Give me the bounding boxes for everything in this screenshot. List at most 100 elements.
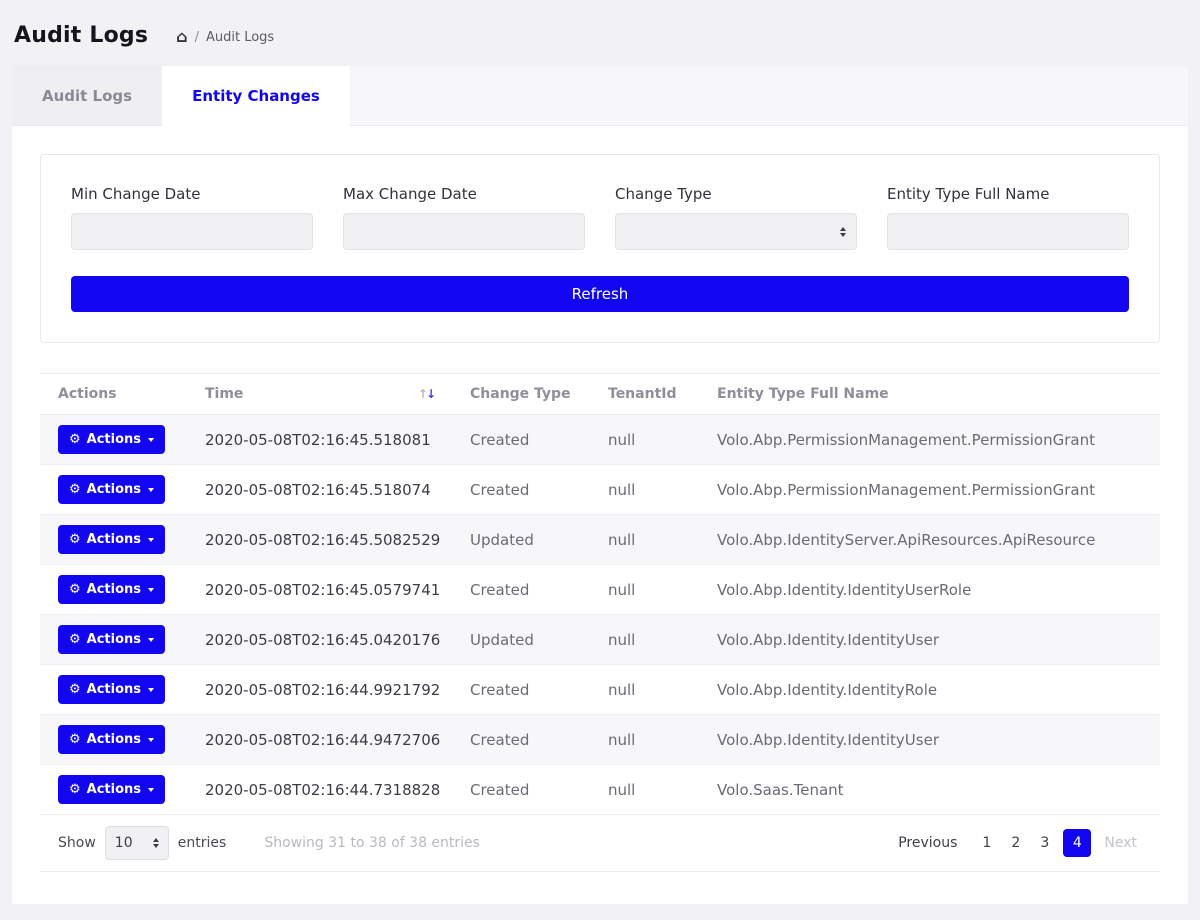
max-change-date-label: Max Change Date bbox=[343, 185, 585, 203]
min-change-date-label: Min Change Date bbox=[71, 185, 313, 203]
table-row: ⚙ Actions 2020-05-08T02:16:45.0420176 Upd… bbox=[40, 615, 1160, 665]
time-cell: 2020-05-08T02:16:44.7318828 bbox=[187, 765, 452, 815]
gear-icon: ⚙ bbox=[69, 683, 81, 696]
tenantid-cell: null bbox=[590, 715, 699, 765]
tenantid-cell: null bbox=[590, 465, 699, 515]
select-arrows-icon bbox=[840, 227, 846, 237]
tab-entity-changes[interactable]: Entity Changes bbox=[162, 66, 350, 126]
entity-type-cell: Volo.Abp.PermissionManagement.Permission… bbox=[699, 415, 1160, 465]
change-type-cell: Created bbox=[452, 665, 590, 715]
row-actions-button[interactable]: ⚙Actions bbox=[58, 425, 165, 454]
row-actions-button[interactable]: ⚙Actions bbox=[58, 675, 165, 704]
time-cell: 2020-05-08T02:16:44.9472706 bbox=[187, 715, 452, 765]
row-actions-button[interactable]: ⚙Actions bbox=[58, 575, 165, 604]
column-header-tenantid: TenantId bbox=[590, 374, 699, 415]
pagination-next[interactable]: Next bbox=[1099, 829, 1142, 857]
change-type-cell: Created bbox=[452, 565, 590, 615]
entity-type-cell: Volo.Abp.Identity.IdentityUserRole bbox=[699, 565, 1160, 615]
caret-down-icon bbox=[148, 488, 154, 492]
caret-down-icon bbox=[148, 688, 154, 692]
row-actions-button[interactable]: ⚙ Actions bbox=[58, 625, 165, 654]
change-type-cell: Updated bbox=[452, 615, 590, 665]
change-type-cell: Created bbox=[452, 715, 590, 765]
field-max-change-date: Max Change Date bbox=[343, 185, 585, 250]
pagination-page-1[interactable]: 1 bbox=[976, 829, 997, 857]
pagination-page-4[interactable]: 4 bbox=[1063, 829, 1091, 857]
page-size-value: 10 bbox=[115, 835, 133, 851]
gear-icon: ⚙ bbox=[69, 533, 81, 546]
field-min-change-date: Min Change Date bbox=[71, 185, 313, 250]
select-arrows-icon bbox=[153, 838, 159, 848]
column-header-time[interactable]: Time ↑↓ bbox=[187, 374, 452, 415]
column-header-entity-type: Entity Type Full Name bbox=[699, 374, 1160, 415]
tab-bar-spacer bbox=[350, 66, 1188, 125]
time-cell: 2020-05-08T02:16:45.0579741 bbox=[187, 565, 452, 615]
page-title: Audit Logs bbox=[14, 23, 148, 48]
tab-content: Min Change Date Max Change Date Change T… bbox=[12, 126, 1188, 900]
change-type-select[interactable] bbox=[615, 213, 857, 250]
table-row: ⚙Actions 2020-05-08T02:16:45.518081 Crea… bbox=[40, 415, 1160, 465]
row-actions-button[interactable]: ⚙ Actions bbox=[58, 525, 165, 554]
pagination: Previous 1 2 3 4 Next bbox=[893, 829, 1142, 857]
time-cell: 2020-05-08T02:16:45.518074 bbox=[187, 465, 452, 515]
gear-icon: ⚙ bbox=[69, 583, 81, 596]
refresh-button[interactable]: Refresh bbox=[71, 276, 1129, 312]
tab-audit-logs[interactable]: Audit Logs bbox=[12, 66, 162, 125]
gear-icon: ⚙ bbox=[69, 633, 81, 646]
change-type-cell: Created bbox=[452, 465, 590, 515]
entity-type-cell: Volo.Abp.Identity.IdentityRole bbox=[699, 665, 1160, 715]
table-row: ⚙Actions 2020-05-08T02:16:45.518074 Crea… bbox=[40, 465, 1160, 515]
entity-type-cell: Volo.Saas.Tenant bbox=[699, 765, 1160, 815]
show-label: Show bbox=[58, 835, 96, 851]
time-header-label: Time bbox=[205, 386, 243, 402]
actions-button-label: Actions bbox=[87, 732, 141, 747]
page-header: Audit Logs ⌂ / Audit Logs bbox=[0, 0, 1200, 66]
row-actions-button[interactable]: ⚙ Actions bbox=[58, 775, 165, 804]
actions-button-label: Actions bbox=[87, 532, 141, 547]
change-type-cell: Created bbox=[452, 415, 590, 465]
gear-icon: ⚙ bbox=[69, 483, 81, 496]
home-icon[interactable]: ⌂ bbox=[176, 29, 187, 45]
actions-button-label: Actions bbox=[87, 632, 141, 647]
change-type-label: Change Type bbox=[615, 185, 857, 203]
row-actions-button[interactable]: ⚙Actions bbox=[58, 475, 165, 504]
caret-down-icon bbox=[148, 588, 154, 592]
pagination-page-2[interactable]: 2 bbox=[1005, 829, 1026, 857]
change-type-cell: Created bbox=[452, 765, 590, 815]
table-row: ⚙Actions 2020-05-08T02:16:44.9921792 Cre… bbox=[40, 665, 1160, 715]
entity-type-cell: Volo.Abp.Identity.IdentityUser bbox=[699, 615, 1160, 665]
table-row: ⚙Actions 2020-05-08T02:16:45.5082529 Upd… bbox=[40, 515, 1160, 565]
column-header-change-type: Change Type bbox=[452, 374, 590, 415]
caret-down-icon bbox=[148, 538, 154, 542]
table-row: ⚙ Actions 2020-05-08T02:16:44.7318828 Cre… bbox=[40, 765, 1160, 815]
pagination-page-3[interactable]: 3 bbox=[1034, 829, 1055, 857]
pagination-previous[interactable]: Previous bbox=[893, 829, 962, 857]
tenantid-cell: null bbox=[590, 415, 699, 465]
caret-down-icon bbox=[148, 638, 154, 642]
min-change-date-input[interactable] bbox=[71, 213, 313, 250]
tenantid-cell: null bbox=[590, 565, 699, 615]
breadcrumb-current: Audit Logs bbox=[206, 30, 274, 45]
max-change-date-input[interactable] bbox=[343, 213, 585, 250]
page-size-select[interactable]: 10 bbox=[105, 826, 169, 860]
actions-button-label: Actions bbox=[87, 432, 141, 447]
entries-label: entries bbox=[178, 835, 227, 851]
change-type-cell: Updated bbox=[452, 515, 590, 565]
table-row: ⚙Actions 2020-05-08T02:16:44.9472706 Cre… bbox=[40, 715, 1160, 765]
column-header-actions: Actions bbox=[40, 374, 187, 415]
time-cell: 2020-05-08T02:16:44.9921792 bbox=[187, 665, 452, 715]
field-change-type: Change Type bbox=[615, 185, 857, 250]
time-cell: 2020-05-08T02:16:45.0420176 bbox=[187, 615, 452, 665]
tenantid-cell: null bbox=[590, 765, 699, 815]
breadcrumb-separator: / bbox=[195, 30, 199, 45]
tenantid-cell: null bbox=[590, 665, 699, 715]
entity-type-full-name-input[interactable] bbox=[887, 213, 1129, 250]
actions-button-label: Actions bbox=[87, 782, 141, 797]
caret-down-icon bbox=[148, 738, 154, 742]
table-footer: Show 10 entries Showing 31 to 38 of 38 e… bbox=[40, 815, 1160, 872]
gear-icon: ⚙ bbox=[69, 783, 81, 796]
breadcrumb: ⌂ / Audit Logs bbox=[176, 29, 274, 45]
row-actions-button[interactable]: ⚙Actions bbox=[58, 725, 165, 754]
sort-icon[interactable]: ↑↓ bbox=[418, 387, 434, 401]
entity-type-cell: Volo.Abp.IdentityServer.ApiResources.Api… bbox=[699, 515, 1160, 565]
